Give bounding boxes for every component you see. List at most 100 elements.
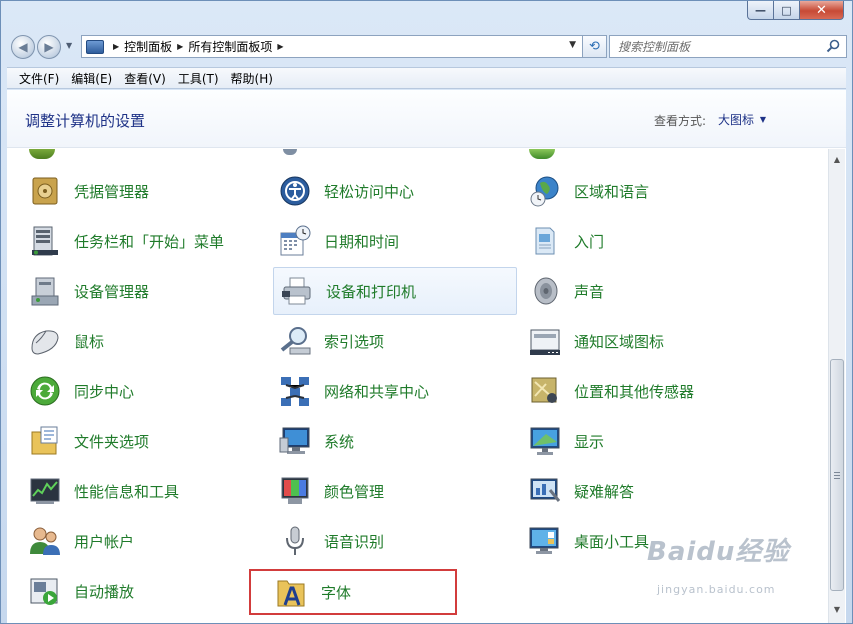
watermark-main-text: Baidu经验 (647, 537, 790, 567)
item-troubleshooting[interactable]: 疑难解答 (513, 467, 755, 515)
item-date-time[interactable]: 日期和时间 (263, 217, 505, 265)
menu-view[interactable]: 查看(V) (118, 70, 172, 87)
items-grid: 凭据管理器 轻松访问中心 区域和语言 任务栏和「开始」菜单 日期和时间 入门 设… (7, 149, 827, 623)
scroll-up-icon[interactable]: ▲ (829, 151, 845, 167)
watermark-url: jingyan.baidu.com (657, 583, 776, 596)
back-arrow-icon: ◀ (18, 40, 28, 54)
item-autoplay[interactable]: 自动播放 (13, 567, 255, 615)
item-label: 文件夹选项 (74, 432, 150, 451)
menu-edit[interactable]: 编辑(E) (65, 70, 118, 87)
navigation-row: ◀ ▶ ▼ ▶ 控制面板 ▶ 所有控制面板项 ▶ ▼ ⟲ (9, 33, 847, 61)
calendar-clock-icon (280, 225, 311, 256)
item-label: 用户帐户 (74, 532, 135, 551)
caption-buttons: — □ ✕ (747, 1, 844, 20)
system-icon (279, 427, 310, 454)
maximize-button[interactable]: □ (774, 1, 800, 20)
breadcrumb-separator-icon[interactable]: ▶ (177, 42, 183, 51)
gadgets-icon (529, 527, 559, 554)
breadcrumb-control-panel[interactable]: 控制面板 (124, 38, 172, 55)
search-input[interactable] (618, 39, 818, 54)
partial-icon (29, 149, 55, 159)
forward-button[interactable]: ▶ (37, 35, 61, 59)
item-label: 声音 (574, 282, 605, 301)
address-bar[interactable]: ▶ 控制面板 ▶ 所有控制面板项 ▶ ▼ (81, 35, 583, 58)
item-label: 疑难解答 (574, 482, 635, 501)
item-label: 自动播放 (74, 582, 135, 601)
breadcrumb-separator-icon[interactable]: ▶ (277, 42, 283, 51)
user-accounts-icon (30, 527, 60, 555)
item-device-manager[interactable]: 设备管理器 (13, 267, 255, 315)
item-fonts[interactable]: 字体 (249, 569, 457, 615)
menu-file[interactable]: 文件(F) (13, 70, 65, 87)
menu-help[interactable]: 帮助(H) (225, 70, 279, 87)
item-label: 设备和打印机 (326, 282, 417, 301)
item-label: 轻松访问中心 (324, 182, 415, 201)
item-color-management[interactable]: 颜色管理 (263, 467, 505, 515)
item-folder-options[interactable]: 文件夹选项 (13, 417, 255, 465)
troubleshooting-icon (530, 478, 561, 502)
fonts-icon (277, 580, 305, 607)
speaker-icon (534, 277, 558, 305)
minimize-button[interactable]: — (747, 1, 774, 20)
item-display[interactable]: 显示 (513, 417, 755, 465)
search-box[interactable] (609, 35, 847, 58)
location-sensor-icon (531, 377, 557, 403)
autoplay-icon (30, 578, 58, 605)
item-taskbar-start-menu[interactable]: 任务栏和「开始」菜单 (13, 217, 255, 265)
item-devices-printers[interactable]: 设备和打印机 (273, 267, 517, 315)
item-notification-area-icons[interactable]: 通知区域图标 (513, 317, 755, 365)
vault-icon (32, 177, 58, 205)
item-speech-recognition[interactable]: 语音识别 (263, 517, 505, 565)
partial-icon (529, 149, 555, 159)
item-location-sensors[interactable]: 位置和其他传感器 (513, 367, 755, 415)
item-sync-center[interactable]: 同步中心 (13, 367, 255, 415)
item-mouse[interactable]: 鼠标 (13, 317, 255, 365)
item-label: 语音识别 (324, 532, 385, 551)
scroll-down-icon[interactable]: ▼ (829, 601, 845, 617)
item-label: 显示 (574, 432, 605, 451)
menu-tools[interactable]: 工具(T) (172, 70, 225, 87)
view-by-selector[interactable]: 大图标 (718, 111, 754, 128)
item-system[interactable]: 系统 (263, 417, 505, 465)
breadcrumb-separator-icon[interactable]: ▶ (113, 42, 119, 51)
view-by-label: 查看方式: (653, 114, 706, 128)
item-label: 桌面小工具 (574, 532, 650, 551)
item-region-language[interactable]: 区域和语言 (513, 167, 755, 215)
page-title: 调整计算机的设置 (25, 112, 146, 130)
item-getting-started[interactable]: 入门 (513, 217, 755, 265)
microphone-icon (286, 526, 304, 555)
item-label: 系统 (324, 432, 355, 451)
globe-clock-icon (530, 176, 559, 207)
recent-pages-dropdown[interactable]: ▼ (66, 41, 72, 50)
view-dropdown-icon[interactable]: ▼ (760, 115, 766, 124)
item-label: 凭据管理器 (74, 182, 150, 201)
refresh-button[interactable]: ⟲ (583, 35, 607, 58)
item-label: 字体 (321, 583, 352, 602)
menu-bar: 文件(F) 编辑(E) 查看(V) 工具(T) 帮助(H) (7, 67, 846, 89)
item-label: 位置和其他传感器 (574, 382, 695, 401)
content-pane: 调整计算机的设置 查看方式: 大图标 ▼ 凭据管理器 轻松访问中心 区域和语言 … (7, 90, 846, 623)
search-icon[interactable] (826, 39, 840, 53)
baidu-watermark: Baidu经验 jingyan.baidu.com (647, 531, 790, 596)
notification-area-icon (530, 329, 560, 355)
printer-icon (282, 277, 311, 305)
item-credential-manager[interactable]: 凭据管理器 (13, 167, 255, 215)
item-sound[interactable]: 声音 (513, 267, 755, 315)
taskbar-icon (32, 226, 58, 256)
item-network-sharing-center[interactable]: 网络和共享中心 (263, 367, 505, 415)
item-ease-of-access[interactable]: 轻松访问中心 (263, 167, 505, 215)
vertical-scrollbar[interactable]: ▲ ▼ (828, 149, 845, 623)
item-label: 网络和共享中心 (324, 382, 430, 401)
getting-started-icon (535, 227, 555, 255)
forward-arrow-icon: ▶ (44, 40, 54, 54)
back-button[interactable]: ◀ (11, 35, 35, 59)
address-dropdown-icon[interactable]: ▼ (569, 40, 576, 50)
item-user-accounts[interactable]: 用户帐户 (13, 517, 255, 565)
scroll-thumb[interactable] (830, 359, 844, 591)
close-button[interactable]: ✕ (800, 1, 844, 20)
item-indexing-options[interactable]: 索引选项 (263, 317, 505, 365)
breadcrumb-all-items[interactable]: 所有控制面板项 (188, 38, 272, 55)
item-performance-tools[interactable]: 性能信息和工具 (13, 467, 255, 515)
item-label: 设备管理器 (74, 282, 150, 301)
item-label: 性能信息和工具 (74, 482, 180, 501)
